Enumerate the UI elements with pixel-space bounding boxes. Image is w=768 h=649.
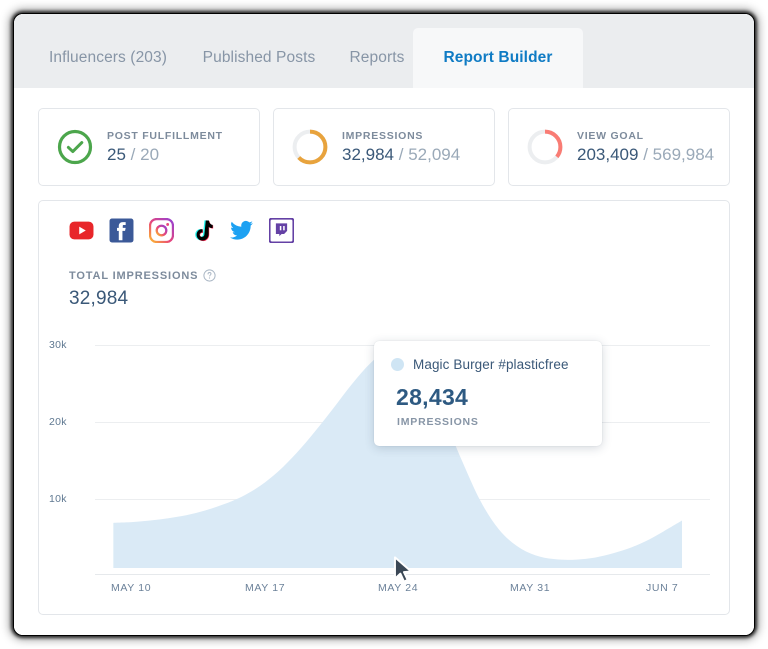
stat-current: 25: [107, 145, 126, 164]
stat-goal: 52,094: [408, 145, 460, 164]
stat-value: 32,984 / 52,094: [342, 145, 460, 165]
stat-separator: /: [643, 145, 648, 164]
stat-card-row: POST FULFILLMENT 25 / 20 I: [38, 108, 730, 186]
tab-label: Influencers (203): [49, 49, 167, 67]
tab-bar: Influencers (203) Published Posts Report…: [14, 14, 754, 89]
facebook-icon[interactable]: [109, 218, 134, 243]
stat-label: VIEW GOAL: [577, 130, 714, 142]
tab-published-posts[interactable]: Published Posts: [188, 28, 330, 88]
stat-card-view-goal[interactable]: VIEW GOAL 203,409 / 569,984: [508, 108, 730, 186]
y-tick-20k: 20k: [49, 416, 67, 428]
tooltip-series-name: Magic Burger #plasticfree: [413, 357, 569, 372]
app-window: Influencers (203) Published Posts Report…: [14, 14, 754, 635]
tab-label: Reports: [350, 49, 405, 67]
stat-current: 32,984: [342, 145, 394, 164]
content-area: POST FULFILLMENT 25 / 20 I: [14, 88, 754, 635]
youtube-icon[interactable]: [69, 218, 94, 243]
twitter-icon[interactable]: [229, 218, 254, 243]
donut-progress-icon: [526, 128, 564, 166]
stat-value: 203,409 / 569,984: [577, 145, 714, 165]
tooltip-series-row: Magic Burger #plasticfree: [391, 357, 585, 372]
tooltip-value: 28,434: [396, 384, 585, 411]
stat-label: IMPRESSIONS: [342, 130, 460, 142]
tab-report-builder[interactable]: Report Builder: [413, 28, 583, 88]
stat-separator: /: [131, 145, 136, 164]
x-tick-may-31: MAY 31: [510, 582, 550, 594]
instagram-icon[interactable]: [149, 218, 174, 243]
y-tick-30k: 30k: [49, 339, 67, 351]
question-circle-icon[interactable]: [203, 269, 216, 282]
x-tick-jun-7: JUN 7: [646, 582, 678, 594]
chart-title-row: TOTAL IMPRESSIONS: [69, 269, 216, 282]
chart-title: TOTAL IMPRESSIONS: [69, 270, 198, 282]
stat-card-impressions[interactable]: IMPRESSIONS 32,984 / 52,094: [273, 108, 495, 186]
stat-goal: 20: [140, 145, 159, 164]
x-tick-may-10: MAY 10: [111, 582, 151, 594]
stat-current: 203,409: [577, 145, 638, 164]
chart-tooltip: Magic Burger #plasticfree 28,434 IMPRESS…: [374, 341, 602, 446]
stat-goal: 569,984: [653, 145, 714, 164]
tab-label: Report Builder: [443, 49, 552, 67]
tooltip-unit: IMPRESSIONS: [397, 416, 585, 428]
stat-card-post-fulfillment[interactable]: POST FULFILLMENT 25 / 20: [38, 108, 260, 186]
tab-reports[interactable]: Reports: [334, 28, 420, 88]
stat-separator: /: [399, 145, 404, 164]
twitch-icon[interactable]: [269, 218, 294, 243]
stat-value: 25 / 20: [107, 145, 223, 165]
social-network-filter-row: [69, 218, 294, 243]
mouse-pointer-icon: [393, 556, 417, 586]
chart-total-value: 32,984: [69, 288, 216, 310]
stat-label: POST FULFILLMENT: [107, 130, 223, 142]
chart-header: TOTAL IMPRESSIONS 32,984: [69, 269, 216, 310]
x-tick-may-17: MAY 17: [245, 582, 285, 594]
tiktok-icon[interactable]: [189, 218, 214, 243]
chart-card: TOTAL IMPRESSIONS 32,984 30k 20k 10k: [38, 200, 730, 615]
check-circle-icon: [56, 128, 94, 166]
donut-progress-icon: [291, 128, 329, 166]
tab-label: Published Posts: [203, 49, 316, 67]
y-tick-10k: 10k: [49, 493, 67, 505]
series-color-dot: [391, 358, 404, 371]
tab-influencers[interactable]: Influencers (203): [32, 28, 184, 88]
